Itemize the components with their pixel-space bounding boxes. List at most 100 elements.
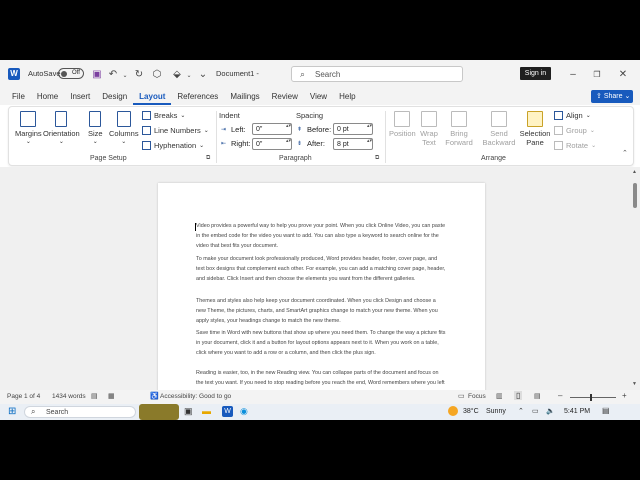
menu-tab-layout[interactable]: Layout: [133, 88, 172, 105]
group-button[interactable]: Group ⌄: [554, 126, 595, 135]
menu-tab-view[interactable]: View: [304, 88, 333, 105]
spacing-before-input[interactable]: 0 pt: [333, 123, 373, 135]
spacing-label: Spacing: [296, 111, 324, 120]
indent-right-label: Right:: [231, 139, 251, 148]
format-dropdown-icon[interactable]: ⌄: [182, 68, 196, 82]
paragraph[interactable]: Video provides a powerful way to help yo…: [196, 221, 446, 251]
network-icon[interactable]: ▭: [532, 407, 539, 415]
size-button[interactable]: Size ⌄: [88, 111, 103, 145]
menu-tab-file[interactable]: File: [6, 88, 31, 105]
menu-tab-insert[interactable]: Insert: [64, 88, 96, 105]
spacing-after-input[interactable]: 8 pt: [333, 138, 373, 150]
document-title[interactable]: Document1 -: [216, 69, 259, 78]
weather-temp[interactable]: 38°C: [463, 408, 479, 415]
bring-forward-label: Bring Forward: [445, 129, 473, 147]
taskbar-search-box[interactable]: ⌕ Search: [24, 406, 136, 418]
line-numbers-label: Line Numbers: [154, 126, 201, 135]
tray-chevron-icon[interactable]: ⌃: [518, 407, 524, 415]
save-icon[interactable]: ▣: [90, 67, 104, 81]
orientation-icon: [55, 111, 68, 127]
columns-dropdown-icon: ⌄: [121, 139, 127, 145]
accessibility-status[interactable]: Accessibility: Good to go: [160, 393, 231, 400]
windows-start-icon[interactable]: ⊞: [8, 406, 16, 417]
wrap-text-button[interactable]: Wrap Text: [419, 111, 439, 147]
wrap-text-icon: [421, 111, 437, 127]
search-box[interactable]: ⌕ Search: [291, 66, 463, 82]
redo-icon[interactable]: ↻: [132, 67, 146, 81]
share-icon: ⇪: [596, 93, 604, 100]
bring-forward-button[interactable]: Bring Forward: [443, 111, 475, 147]
document-page[interactable]: Video provides a powerful way to help yo…: [158, 183, 485, 393]
word-count[interactable]: 1434 words: [52, 393, 86, 400]
proofing-icon[interactable]: ▤: [91, 392, 98, 400]
status-bar: Page 1 of 4 1434 words ▤ ▦ ♿ Accessibili…: [0, 390, 640, 404]
menu-tab-mailings[interactable]: Mailings: [224, 88, 265, 105]
volume-icon[interactable]: 🔈: [546, 407, 555, 415]
align-button[interactable]: Align ⌄: [554, 111, 591, 120]
zoom-in-icon[interactable]: +: [622, 391, 627, 400]
restore-icon[interactable]: ❐: [590, 67, 604, 81]
line-numbers-button[interactable]: Line Numbers ⌄: [142, 126, 209, 135]
rotate-button[interactable]: Rotate ⌄: [554, 141, 596, 150]
paragraph-launcher-icon[interactable]: ⧉: [375, 155, 379, 162]
scroll-thumb[interactable]: [633, 183, 637, 208]
orientation-dropdown-icon: ⌄: [58, 139, 64, 145]
close-icon[interactable]: ✕: [616, 67, 630, 81]
task-view-icon[interactable]: ▣: [184, 406, 193, 417]
share-button[interactable]: ⇪ Share ⌄: [591, 90, 633, 103]
autosave-toggle[interactable]: Off: [58, 68, 84, 79]
zoom-slider[interactable]: [570, 397, 616, 398]
weather-text[interactable]: Sunny: [486, 408, 506, 415]
zoom-out-icon[interactable]: –: [558, 391, 562, 400]
selection-pane-button[interactable]: Selection Pane: [520, 111, 550, 147]
columns-button[interactable]: Columns ⌄: [109, 111, 139, 145]
macro-icon[interactable]: ▦: [108, 392, 115, 400]
notification-icon[interactable]: ▤: [602, 406, 610, 415]
scroll-up-icon[interactable]: ▲: [632, 169, 637, 175]
menu-tab-review[interactable]: Review: [266, 88, 304, 105]
file-explorer-icon[interactable]: ▬: [202, 406, 211, 416]
position-button[interactable]: Position: [389, 111, 416, 138]
search-highlight-image[interactable]: [139, 404, 179, 420]
bring-forward-icon: [451, 111, 467, 127]
page-setup-launcher-icon[interactable]: ⧉: [206, 155, 210, 162]
menu-tab-references[interactable]: References: [171, 88, 224, 105]
paragraph[interactable]: Save time in Word with new buttons that …: [196, 328, 446, 358]
minimize-icon[interactable]: –: [566, 67, 580, 81]
orientation-button[interactable]: Orientation ⌄: [43, 111, 80, 145]
web-layout-icon[interactable]: ▤: [534, 392, 541, 400]
indent-left-input[interactable]: 0": [252, 123, 292, 135]
menu-tab-design[interactable]: Design: [96, 88, 133, 105]
collapse-ribbon-icon[interactable]: ⌃: [622, 149, 628, 157]
indent-right-input[interactable]: 0": [252, 138, 292, 150]
hyphenation-dropdown-icon: ⌄: [199, 143, 205, 149]
search-placeholder: Search: [315, 70, 341, 79]
print-layout-icon[interactable]: ▯: [514, 391, 523, 400]
zoom-slider-thumb[interactable]: [590, 394, 592, 401]
send-backward-button[interactable]: Send Backward: [483, 111, 515, 147]
undo-dropdown-icon[interactable]: ⌄: [118, 68, 132, 82]
word-taskbar-icon[interactable]: W: [222, 406, 233, 417]
focus-button[interactable]: Focus: [468, 393, 486, 400]
hyphenation-icon: [142, 141, 151, 150]
group-label: Group: [566, 126, 587, 135]
hyphenation-button[interactable]: Hyphenation ⌄: [142, 141, 204, 150]
rotate-label: Rotate: [566, 141, 589, 150]
scroll-down-icon[interactable]: ▼: [632, 381, 637, 387]
highlight-icon[interactable]: ⬡: [150, 67, 164, 81]
edge-icon[interactable]: ◉: [240, 406, 248, 417]
sign-in-button[interactable]: Sign in: [520, 67, 551, 80]
page-count[interactable]: Page 1 of 4: [7, 393, 40, 400]
vertical-scrollbar[interactable]: ▲ ▼: [630, 167, 640, 390]
share-dropdown-icon: ⌄: [622, 93, 631, 100]
read-mode-icon[interactable]: ▥: [496, 392, 503, 400]
clock[interactable]: 5:41 PM: [564, 408, 590, 415]
menu-tab-home[interactable]: Home: [31, 88, 64, 105]
paragraph[interactable]: To make your document look professionall…: [196, 254, 446, 284]
menu-tab-help[interactable]: Help: [333, 88, 361, 105]
customize-toolbar-icon[interactable]: ⌄: [196, 67, 210, 81]
paragraph[interactable]: Themes and styles also help keep your do…: [196, 296, 446, 326]
margins-button[interactable]: Margins ⌄: [15, 111, 42, 145]
align-dropdown-icon: ⌄: [585, 113, 591, 119]
breaks-button[interactable]: Breaks ⌄: [142, 111, 185, 120]
